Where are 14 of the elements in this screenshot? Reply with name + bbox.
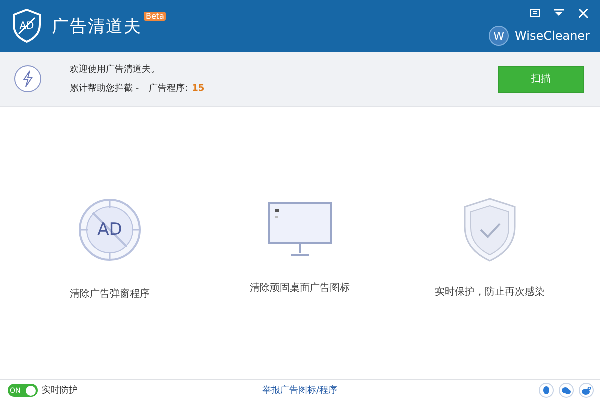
- feature-label: 清除广告弹窗程序: [70, 288, 150, 301]
- feature-label: 实时保护，防止再次感染: [435, 286, 545, 299]
- brand-logo-icon: W: [489, 26, 510, 46]
- programs-count: 15: [192, 84, 205, 94]
- app-title: 广告清道夫: [52, 16, 142, 38]
- brand-name: WiseCleaner: [515, 29, 590, 43]
- blocked-label: 累计帮助您拦截 -: [70, 82, 140, 95]
- report-link[interactable]: 举报广告图标/程序: [262, 384, 338, 397]
- welcome-text: 欢迎使用广告清道夫。: [70, 64, 161, 76]
- scan-button[interactable]: 扫描: [498, 66, 584, 92]
- toggle-caption: 实时防护: [42, 384, 78, 397]
- beta-badge: Beta: [144, 12, 166, 21]
- feature-label: 清除顽固桌面广告图标: [250, 282, 350, 295]
- programs-label: 广告程序:: [149, 82, 188, 95]
